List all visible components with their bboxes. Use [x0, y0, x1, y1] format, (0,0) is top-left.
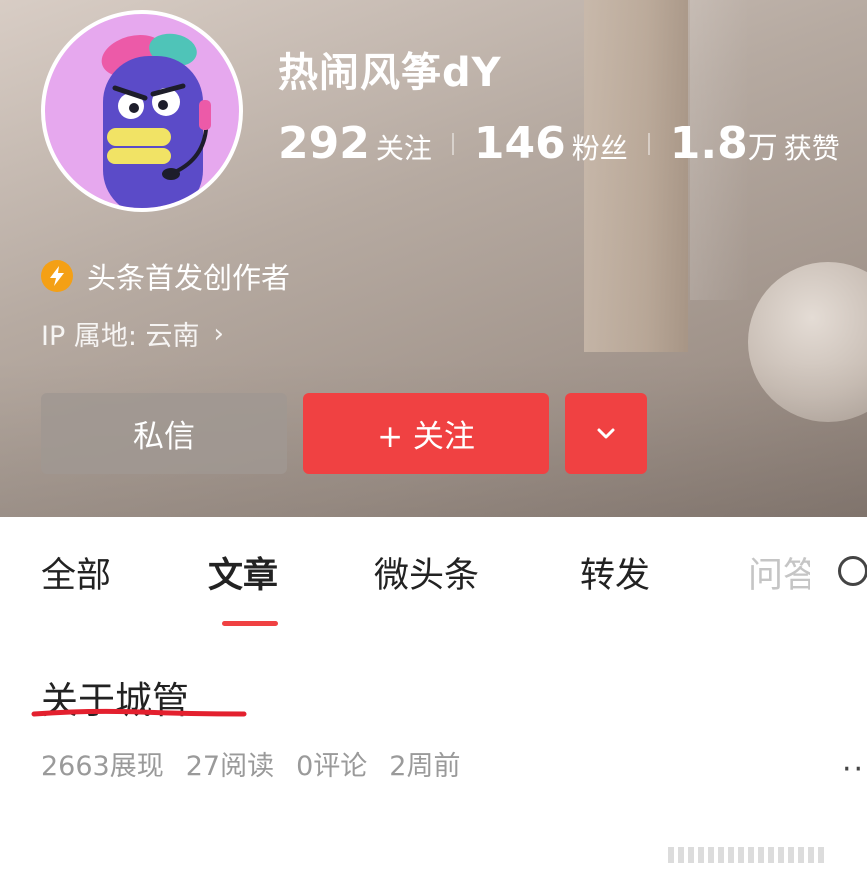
article-meta: 2663展现 27阅读 0评论 2周前 [41, 744, 482, 783]
stat-divider [647, 132, 650, 155]
stat-likes[interactable]: 1.8 万 获赞 [670, 118, 840, 169]
article-impressions: 2663展现 [41, 751, 164, 782]
message-button-label: 私信 [133, 419, 195, 455]
follow-button[interactable]: + 关注 [303, 393, 549, 474]
chevron-right-icon: › [213, 318, 224, 349]
profile-header: 热闹风筝dY 292 关注 146 粉丝 1.8 万 获赞 头条首发创作者 IP… [0, 0, 867, 517]
avatar-image [45, 14, 239, 208]
tab-micro-posts[interactable]: 微头条 [374, 547, 479, 598]
ip-location[interactable]: IP 属地: 云南 › [41, 314, 224, 353]
annotation-underline [31, 708, 247, 717]
follow-button-label: + 关注 [377, 419, 475, 455]
search-icon[interactable] [838, 556, 867, 586]
chevron-down-icon [597, 428, 615, 438]
message-button[interactable]: 私信 [41, 393, 287, 474]
stat-following[interactable]: 292 关注 [278, 118, 432, 169]
badge-label: 头条首发创作者 [87, 261, 291, 295]
stat-value: 1.8 [669, 118, 748, 169]
avatar-character-icon [101, 33, 211, 208]
stat-divider [451, 132, 454, 155]
ip-location-label: IP 属地: 云南 [41, 321, 200, 352]
stat-label: 获赞 [783, 132, 840, 165]
stat-value: 292 [278, 118, 370, 169]
profile-stats: 292 关注 146 粉丝 1.8 万 获赞 [278, 118, 840, 169]
username: 热闹风筝dY [278, 50, 502, 96]
tab-reposts[interactable]: 转发 [580, 547, 650, 598]
tab-articles[interactable]: 文章 [208, 547, 278, 598]
watermark-strip [668, 846, 848, 864]
article-comments: 0评论 [296, 751, 368, 782]
stat-value: 146 [473, 118, 566, 169]
content-tabs: 全部 文章 微头条 转发 问答 [0, 517, 867, 637]
stat-label: 关注 [375, 132, 432, 165]
more-actions-button[interactable] [565, 393, 647, 474]
stat-label: 粉丝 [571, 132, 628, 165]
active-tab-indicator [222, 621, 278, 626]
background-pillar [584, 0, 688, 352]
stat-unit: 万 [747, 131, 778, 166]
creator-badge[interactable]: 头条首发创作者 [41, 255, 290, 297]
tab-all[interactable]: 全部 [41, 547, 111, 598]
lightning-icon [41, 260, 73, 292]
avatar[interactable] [41, 10, 243, 212]
tab-qa[interactable]: 问答 [748, 547, 810, 598]
article-time: 2周前 [389, 751, 461, 782]
article-reads: 27阅读 [185, 751, 275, 782]
stat-followers[interactable]: 146 粉丝 [474, 118, 628, 169]
more-options-icon[interactable]: ·· [842, 752, 865, 787]
